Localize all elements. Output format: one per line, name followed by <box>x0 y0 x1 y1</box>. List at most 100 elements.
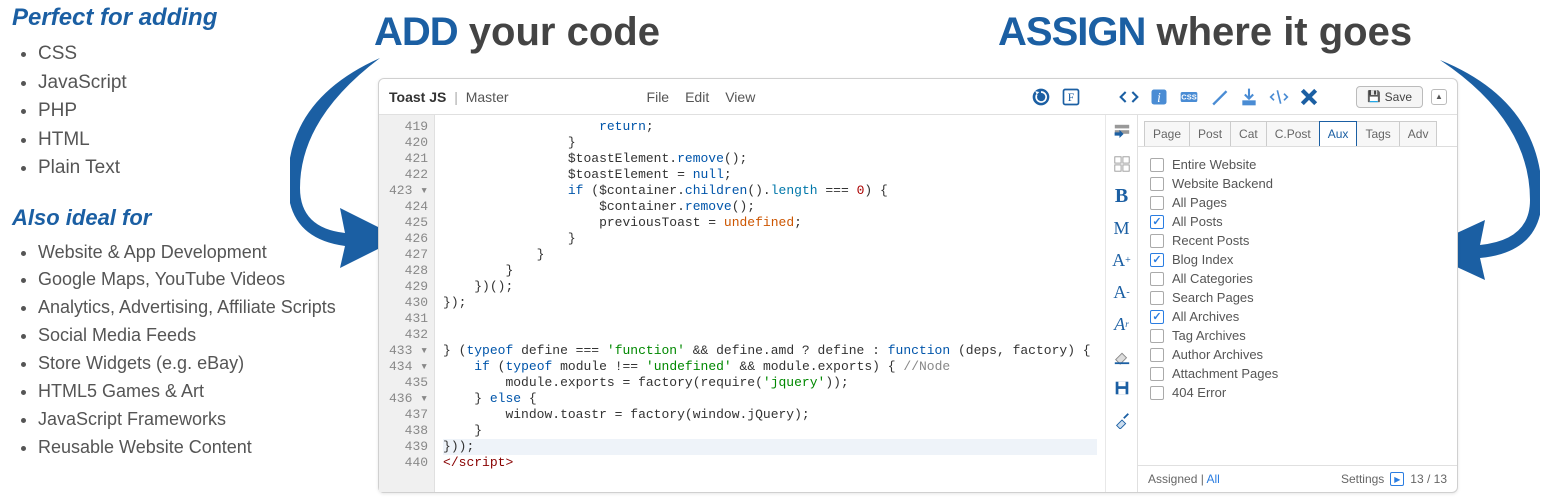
tab-page[interactable]: Page <box>1144 121 1190 146</box>
assign-label: Author Archives <box>1172 347 1263 362</box>
tab-post[interactable]: Post <box>1189 121 1231 146</box>
assign-label: All Pages <box>1172 195 1227 210</box>
editor-menu: File Edit View <box>647 89 756 105</box>
assign-item[interactable]: All Archives <box>1150 307 1445 326</box>
heading-assign: ASSIGN where it goes <box>998 10 1412 55</box>
assign-label: Entire Website <box>1172 157 1256 172</box>
assign-list: Entire Website Website Backend All Pages Al… <box>1138 147 1457 465</box>
checkbox[interactable] <box>1150 291 1164 305</box>
code-content[interactable]: return; } $toastElement.remove(); $toast… <box>435 115 1105 492</box>
tab-adv[interactable]: Adv <box>1399 121 1438 146</box>
left-item: HTML5 Games & Art <box>38 378 362 406</box>
checkbox[interactable] <box>1150 177 1164 191</box>
checkbox[interactable] <box>1150 272 1164 286</box>
tab-tags[interactable]: Tags <box>1356 121 1399 146</box>
checkbox[interactable] <box>1150 196 1164 210</box>
assign-item[interactable]: Entire Website <box>1150 155 1445 174</box>
assign-label: Recent Posts <box>1172 233 1249 248</box>
refresh-icon[interactable] <box>1030 86 1052 108</box>
assign-item[interactable]: Search Pages <box>1150 288 1445 307</box>
tool-grid-icon[interactable] <box>1111 153 1133 175</box>
assign-item[interactable]: Tag Archives <box>1150 326 1445 345</box>
export-icon[interactable] <box>1238 86 1260 108</box>
expand-toggle[interactable]: ▲ <box>1431 89 1447 105</box>
code-area[interactable]: 419420421422423 ▾42442542642742842943043… <box>379 115 1105 492</box>
checkbox[interactable] <box>1150 329 1164 343</box>
css-icon[interactable]: CSS <box>1178 86 1200 108</box>
left-item: Analytics, Advertising, Affiliate Script… <box>38 294 362 322</box>
menu-view[interactable]: View <box>725 89 755 105</box>
font-icon[interactable]: F <box>1060 86 1082 108</box>
toolbar-icons: F i CSS Save ▲ <box>1030 86 1447 108</box>
assign-item[interactable]: All Categories <box>1150 269 1445 288</box>
left-item: Reusable Website Content <box>38 434 362 462</box>
footer-settings[interactable]: Settings <box>1341 472 1384 486</box>
assign-item[interactable]: Blog Index <box>1150 250 1445 269</box>
close-icon[interactable] <box>1298 86 1320 108</box>
checkbox[interactable] <box>1150 253 1164 267</box>
tab-cat[interactable]: Cat <box>1230 121 1267 146</box>
tool-eraser-icon[interactable] <box>1111 345 1133 367</box>
menu-file[interactable]: File <box>647 89 670 105</box>
save-button[interactable]: Save <box>1356 86 1423 108</box>
footer-play-icon[interactable]: ▶ <box>1390 472 1404 486</box>
editor-title: Toast JS | Master <box>389 89 519 105</box>
editor-toolbar: Toast JS | Master File Edit View F i CSS… <box>379 79 1457 115</box>
svg-text:CSS: CSS <box>1181 92 1196 101</box>
assign-label: Search Pages <box>1172 290 1254 305</box>
left-item: Social Media Feeds <box>38 322 362 350</box>
tool-bold[interactable]: B <box>1111 185 1133 207</box>
footer-assigned[interactable]: Assigned | All <box>1148 472 1220 486</box>
assign-item[interactable]: Author Archives <box>1150 345 1445 364</box>
tool-m[interactable]: M <box>1111 217 1133 239</box>
assign-item[interactable]: All Pages <box>1150 193 1445 212</box>
svg-text:i: i <box>1157 90 1161 105</box>
assign-label: Tag Archives <box>1172 328 1246 343</box>
tool-font-decrease[interactable]: A- <box>1111 281 1133 303</box>
assign-item[interactable]: 404 Error <box>1150 383 1445 402</box>
assign-label: All Categories <box>1172 271 1253 286</box>
assign-label: 404 Error <box>1172 385 1226 400</box>
assign-item[interactable]: All Posts <box>1150 212 1445 231</box>
assign-label: Blog Index <box>1172 252 1233 267</box>
checkbox[interactable] <box>1150 386 1164 400</box>
assign-tabs: PagePostCatC.PostAuxTagsAdv <box>1138 115 1457 147</box>
tool-indent-icon[interactable] <box>1111 121 1133 143</box>
left-item: Store Widgets (e.g. eBay) <box>38 350 362 378</box>
tool-save-icon[interactable] <box>1111 377 1133 399</box>
assign-footer: Assigned | All Settings ▶ 13 / 13 <box>1138 465 1457 492</box>
code-icon[interactable] <box>1118 86 1140 108</box>
assign-label: All Posts <box>1172 214 1223 229</box>
assign-panel: PagePostCatC.PostAuxTagsAdv Entire Websi… <box>1137 115 1457 492</box>
assign-label: All Archives <box>1172 309 1239 324</box>
footer-count: 13 / 13 <box>1410 472 1447 486</box>
tab-aux[interactable]: Aux <box>1319 121 1358 146</box>
left-item: JavaScript Frameworks <box>38 406 362 434</box>
editor-panel: Toast JS | Master File Edit View F i CSS… <box>378 78 1458 493</box>
assign-item[interactable]: Website Backend <box>1150 174 1445 193</box>
assign-label: Attachment Pages <box>1172 366 1278 381</box>
side-tools: B M A+ A- Ar <box>1105 115 1137 492</box>
info-icon[interactable]: i <box>1148 86 1170 108</box>
checkbox[interactable] <box>1150 348 1164 362</box>
assign-item[interactable]: Attachment Pages <box>1150 364 1445 383</box>
checkbox[interactable] <box>1150 367 1164 381</box>
menu-edit[interactable]: Edit <box>685 89 709 105</box>
assign-label: Website Backend <box>1172 176 1273 191</box>
checkbox[interactable] <box>1150 310 1164 324</box>
tool-font-increase[interactable]: A+ <box>1111 249 1133 271</box>
assign-item[interactable]: Recent Posts <box>1150 231 1445 250</box>
line-gutter: 419420421422423 ▾42442542642742842943043… <box>379 115 435 492</box>
checkbox[interactable] <box>1150 234 1164 248</box>
brush-icon[interactable] <box>1208 86 1230 108</box>
left-title-1: Perfect for adding <box>12 4 362 32</box>
tab-cpost[interactable]: C.Post <box>1266 121 1320 146</box>
editor-body: 419420421422423 ▾42442542642742842943043… <box>379 115 1457 492</box>
svg-text:F: F <box>1068 91 1075 104</box>
tool-font-style[interactable]: Ar <box>1111 313 1133 335</box>
share-icon[interactable] <box>1268 86 1290 108</box>
checkbox[interactable] <box>1150 215 1164 229</box>
heading-add: ADD your code <box>374 10 660 55</box>
tool-clean-icon[interactable] <box>1111 409 1133 431</box>
checkbox[interactable] <box>1150 158 1164 172</box>
